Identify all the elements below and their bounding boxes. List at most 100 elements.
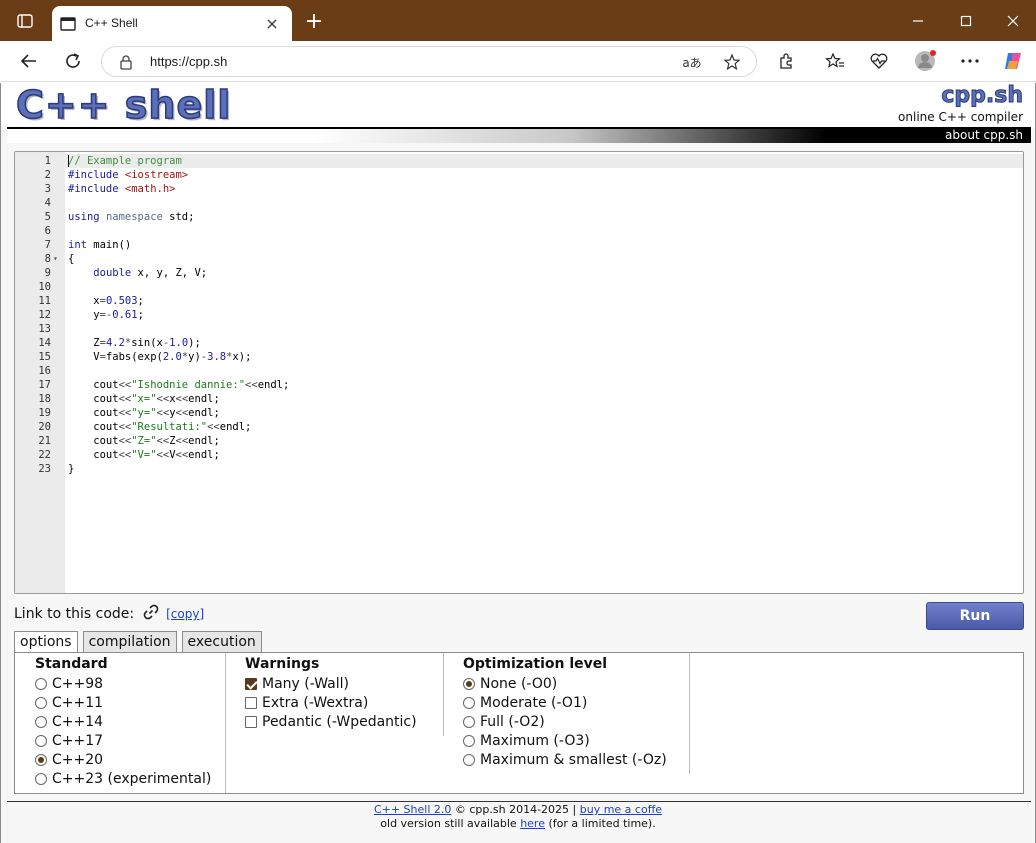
extensions-icon[interactable] [771, 46, 801, 76]
option-label[interactable]: C++20 [52, 752, 103, 768]
code-text[interactable]: y=-0.61; [68, 308, 144, 322]
code-text[interactable]: V=fabs(exp(2.0*y)-3.8*x); [68, 350, 251, 364]
radio-button[interactable] [35, 754, 47, 766]
maximize-icon[interactable] [951, 6, 981, 36]
code-text[interactable]: cout<<"Resultati:"<<endl; [68, 420, 251, 434]
checkbox[interactable] [245, 716, 257, 728]
copilot-icon[interactable] [998, 46, 1028, 76]
warnings-option[interactable]: Pedantic (-Wpedantic) [245, 714, 417, 730]
code-line[interactable]: 3 #include <math.h> [15, 182, 1023, 196]
standard-option[interactable]: C++20 [35, 752, 103, 768]
address-bar[interactable]: https://cpp.sh aあ [101, 46, 757, 77]
checkbox[interactable] [245, 697, 257, 709]
lock-icon[interactable] [119, 54, 133, 74]
option-label[interactable]: C++11 [52, 695, 103, 711]
standard-option[interactable]: C++11 [35, 695, 103, 711]
tab-options[interactable]: options [14, 631, 78, 653]
radio-button[interactable] [35, 773, 47, 785]
code-line[interactable]: 20 cout<<"Resultati:"<<endl; [15, 420, 1023, 434]
code-line[interactable]: 9 double x, y, Z, V; [15, 266, 1023, 280]
coffee-link[interactable]: buy me a coffe [580, 803, 662, 816]
code-text[interactable]: // Example program [68, 154, 182, 168]
standard-option[interactable]: C++23 (experimental) [35, 771, 211, 787]
option-label[interactable]: Moderate (-O1) [480, 695, 587, 711]
code-text[interactable]: cout<<"Ishodnie dannie:"<<endl; [68, 378, 289, 392]
code-text[interactable]: using namespace std; [68, 210, 194, 224]
code-line[interactable]: 2 #include <iostream> [15, 168, 1023, 182]
code-line[interactable]: 8 ▾ { [15, 252, 1023, 266]
warnings-option[interactable]: Many (-Wall) [245, 676, 349, 692]
copy-link[interactable]: [copy] [166, 607, 204, 621]
run-button[interactable]: Run [926, 602, 1024, 630]
favorite-star-icon[interactable] [722, 52, 742, 72]
optimization-option[interactable]: None (-O0) [463, 676, 557, 692]
radio-button[interactable] [463, 716, 475, 728]
code-line[interactable]: 7 int main() [15, 238, 1023, 252]
code-line[interactable]: 6 [15, 224, 1023, 238]
radio-button[interactable] [35, 716, 47, 728]
option-label[interactable]: C++23 (experimental) [52, 771, 211, 787]
code-line[interactable]: 16 [15, 364, 1023, 378]
option-label[interactable]: Pedantic (-Wpedantic) [262, 714, 417, 730]
link-icon[interactable] [142, 603, 160, 625]
tab-actions-icon[interactable] [10, 6, 40, 36]
radio-button[interactable] [35, 697, 47, 709]
option-label[interactable]: Many (-Wall) [262, 676, 349, 692]
optimization-option[interactable]: Moderate (-O1) [463, 695, 587, 711]
fold-toggle-icon[interactable]: ▾ [53, 252, 58, 266]
option-label[interactable]: None (-O0) [480, 676, 557, 692]
code-line[interactable]: 18 cout<<"x="<<x<<endl; [15, 392, 1023, 406]
optimization-option[interactable]: Maximum (-O3) [463, 733, 590, 749]
browser-essentials-icon[interactable] [864, 46, 894, 76]
tab-compilation[interactable]: compilation [82, 631, 177, 652]
code-line[interactable]: 13 [15, 322, 1023, 336]
radio-button[interactable] [463, 697, 475, 709]
read-aloud-icon[interactable]: aあ [682, 52, 702, 72]
option-label[interactable]: Full (-O2) [480, 714, 545, 730]
browser-tab[interactable]: C++ Shell [52, 6, 292, 41]
option-label[interactable]: C++17 [52, 733, 103, 749]
code-line[interactable]: 5 using namespace std; [15, 210, 1023, 224]
option-label[interactable]: Maximum & smallest (-Oz) [480, 752, 667, 768]
option-label[interactable]: Maximum (-O3) [480, 733, 590, 749]
tab-close-icon[interactable] [262, 14, 282, 34]
back-arrow-icon[interactable] [14, 46, 44, 76]
radio-button[interactable] [35, 678, 47, 690]
site-brand[interactable]: cpp.sh [941, 83, 1024, 109]
code-line[interactable]: 21 cout<<"Z="<<Z<<endl; [15, 434, 1023, 448]
code-text[interactable]: x=0.503; [68, 294, 144, 308]
favorites-icon[interactable] [820, 46, 850, 76]
code-line[interactable]: 10 [15, 280, 1023, 294]
new-tab-button[interactable]: + [299, 6, 329, 36]
warnings-option[interactable]: Extra (-Wextra) [245, 695, 368, 711]
url-text[interactable]: https://cpp.sh [150, 54, 227, 69]
code-line[interactable]: 1 // Example program [15, 154, 1023, 168]
code-line[interactable]: 22 cout<<"V="<<V<<endl; [15, 448, 1023, 462]
code-line[interactable]: 23} [15, 462, 1023, 476]
code-line[interactable]: 11 x=0.503; [15, 294, 1023, 308]
option-label[interactable]: Extra (-Wextra) [262, 695, 368, 711]
about-link[interactable]: about cpp.sh [945, 128, 1023, 142]
refresh-icon[interactable] [58, 46, 88, 76]
option-label[interactable]: C++14 [52, 714, 103, 730]
radio-button[interactable] [35, 735, 47, 747]
code-text[interactable]: int main() [68, 238, 131, 252]
code-line[interactable]: 12 y=-0.61; [15, 308, 1023, 322]
minimize-icon[interactable] [903, 6, 933, 36]
code-line[interactable]: 14 Z=4.2*sin(x-1.0); [15, 336, 1023, 350]
optimization-option[interactable]: Full (-O2) [463, 714, 545, 730]
code-line[interactable]: 15 V=fabs(exp(2.0*y)-3.8*x); [15, 350, 1023, 364]
code-text[interactable]: Z=4.2*sin(x-1.0); [68, 336, 201, 350]
optimization-option[interactable]: Maximum & smallest (-Oz) [463, 752, 667, 768]
site-logo[interactable]: C++ shell [15, 82, 231, 128]
standard-option[interactable]: C++98 [35, 676, 103, 692]
code-text[interactable]: cout<<"Z="<<Z<<endl; [68, 434, 220, 448]
option-label[interactable]: C++98 [52, 676, 103, 692]
code-text[interactable]: double x, y, Z, V; [68, 266, 207, 280]
code-editor[interactable]: 1// Example program 2 #include <iostream> 3… [14, 151, 1024, 594]
code-text[interactable]: cout<<"x="<<x<<endl; [68, 392, 220, 406]
standard-option[interactable]: C++14 [35, 714, 103, 730]
code-text[interactable]: { [68, 252, 74, 266]
radio-button[interactable] [463, 735, 475, 747]
code-text[interactable]: cout<<"V="<<V<<endl; [68, 448, 220, 462]
